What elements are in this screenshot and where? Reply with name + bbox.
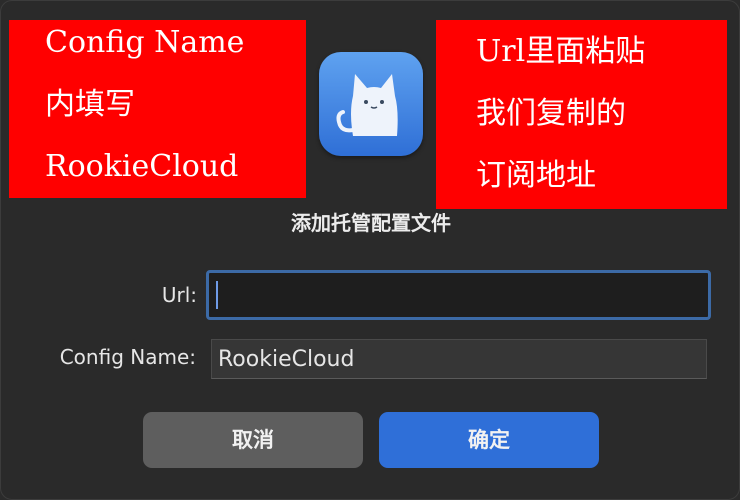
annotation-left-line-2: 内填写 <box>45 87 135 122</box>
url-label: Url: <box>161 283 197 307</box>
text-caret <box>216 281 218 309</box>
annotation-url: Url里面粘贴 我们复制的 订阅地址 <box>436 20 727 209</box>
add-hosted-config-dialog: Config Name 内填写 RookieCloud Url里面粘贴 我们复制… <box>0 0 740 500</box>
config-name-input[interactable] <box>211 339 707 379</box>
annotation-right-line-3: 订阅地址 <box>476 158 596 193</box>
config-name-label: Config Name: <box>59 345 196 369</box>
annotation-left-line-1: Config Name <box>45 25 245 60</box>
dialog-title: 添加托管配置文件 <box>291 211 451 235</box>
annotation-right-line-1: Url里面粘贴 <box>476 34 646 69</box>
annotation-config-name: Config Name 内填写 RookieCloud <box>9 20 306 198</box>
cancel-button[interactable]: 取消 <box>143 412 363 468</box>
url-input[interactable] <box>206 270 711 320</box>
confirm-button[interactable]: 确定 <box>379 412 599 468</box>
annotation-left-line-3: RookieCloud <box>45 149 239 184</box>
cat-icon <box>319 52 423 156</box>
annotation-right-line-2: 我们复制的 <box>476 96 626 131</box>
